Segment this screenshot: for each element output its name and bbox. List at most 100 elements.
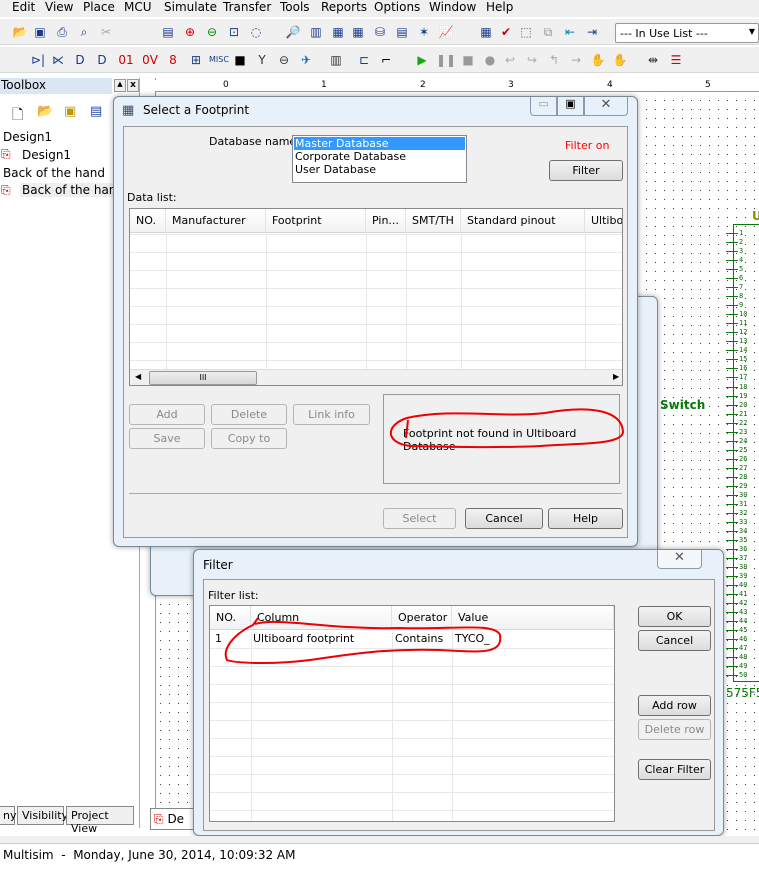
antenna-icon[interactable]: Y xyxy=(254,52,270,68)
stop-icon[interactable]: ■ xyxy=(460,52,476,68)
bus-vector-icon[interactable]: ☰ xyxy=(668,52,684,68)
pin-line[interactable] xyxy=(726,540,738,542)
clear-filter-button[interactable]: Clear Filter xyxy=(638,759,711,780)
zoom-fit-icon[interactable]: ◌ xyxy=(248,24,264,40)
column-header-footprint[interactable]: Footprint xyxy=(266,209,366,233)
tree-item-design[interactable]: Design1 xyxy=(3,130,52,144)
database-icon[interactable]: ⛁ xyxy=(372,24,388,40)
zoom-area-icon[interactable]: ⊡ xyxy=(226,24,242,40)
save-button[interactable]: Save xyxy=(129,428,205,449)
menu-reports[interactable]: Reports xyxy=(321,0,367,14)
component-icon[interactable]: ⧉ xyxy=(540,24,556,40)
add-row-button[interactable]: Add row xyxy=(638,695,711,716)
full-screen-icon[interactable]: ▤ xyxy=(160,24,176,40)
help-button[interactable]: Help xyxy=(548,508,623,529)
menu-help[interactable]: Help xyxy=(486,0,513,14)
filter-row-value[interactable]: TYCO_ xyxy=(450,630,490,648)
column-header-standard-pinout[interactable]: Standard pinout xyxy=(461,209,585,233)
menu-mcu[interactable]: MCU xyxy=(124,0,152,14)
pin-line[interactable] xyxy=(726,386,738,388)
cut-icon[interactable]: ✂ xyxy=(98,24,114,40)
pin-line[interactable] xyxy=(726,630,738,632)
pin-line[interactable] xyxy=(726,377,738,379)
scroll-right-icon[interactable]: ▶ xyxy=(613,372,619,381)
pin-line[interactable] xyxy=(726,612,738,614)
open-icon[interactable]: 📂 xyxy=(12,24,28,40)
pin-line[interactable] xyxy=(726,639,738,641)
data-list-grid[interactable]: NO. Manufacturer Footprint Pin... SMT/TH… xyxy=(129,208,623,386)
new-icon[interactable]: 🗋 xyxy=(12,104,23,128)
indicator-icon[interactable]: 0V xyxy=(142,52,158,68)
pin-line[interactable] xyxy=(726,287,738,289)
database-option-user[interactable]: User Database xyxy=(294,163,465,176)
power-icon[interactable]: 8 xyxy=(165,52,181,68)
pin-line[interactable] xyxy=(726,657,738,659)
filter-close-button[interactable]: ✕ xyxy=(657,550,702,569)
tab-visibility[interactable]: Visibility xyxy=(17,806,68,825)
pin-line[interactable] xyxy=(726,594,738,596)
pin-line[interactable] xyxy=(726,585,738,587)
ok-button[interactable]: OK xyxy=(638,606,711,627)
step-into-icon[interactable]: ↩ xyxy=(502,52,518,68)
run-to-cursor-icon[interactable]: → xyxy=(568,52,584,68)
hierarchy-icon[interactable]: ⊏ xyxy=(356,52,372,68)
pin-line[interactable] xyxy=(726,503,738,505)
mixed-icon[interactable]: 01 xyxy=(118,52,134,68)
column-header-ultiboard[interactable]: Ultiboa xyxy=(585,209,622,233)
in-use-list-dropdown[interactable]: --- In Use List --- ▼ xyxy=(615,23,759,43)
maximize-button[interactable]: ▣ xyxy=(557,97,584,116)
pin-line[interactable] xyxy=(726,467,738,469)
pause-icon[interactable]: ❚❚ xyxy=(436,52,456,68)
print-icon[interactable]: ⎙ xyxy=(54,24,70,40)
database-option-master[interactable]: Master Database xyxy=(294,137,465,150)
pin-line[interactable] xyxy=(726,404,738,406)
transistor-icon[interactable]: ⋉ xyxy=(50,52,66,68)
delete-button[interactable]: Delete xyxy=(211,404,287,425)
pin-line[interactable] xyxy=(726,494,738,496)
advanced-icon[interactable]: ■ xyxy=(232,52,248,68)
column-header-smt-th[interactable]: SMT/TH xyxy=(406,209,461,233)
pin-line[interactable] xyxy=(726,242,738,244)
column-header-pins[interactable]: Pin... xyxy=(366,209,406,233)
column-header-value[interactable]: Value xyxy=(452,606,614,630)
pin-line[interactable] xyxy=(726,521,738,523)
design-toolbox-icon[interactable]: ▦ xyxy=(330,24,346,40)
menu-options[interactable]: Options xyxy=(374,0,420,14)
misc-icon[interactable]: MISC xyxy=(208,52,230,68)
bus-icon[interactable]: ⌐ xyxy=(378,52,394,68)
tab-project-view[interactable]: Project View xyxy=(66,806,134,835)
pin-line[interactable] xyxy=(726,233,738,234)
pin-line[interactable] xyxy=(726,251,738,253)
column-header-no[interactable]: NO. xyxy=(210,606,251,630)
pin-line[interactable] xyxy=(726,422,738,424)
menu-tools[interactable]: Tools xyxy=(280,0,310,14)
search-icon[interactable]: 🔎 xyxy=(285,24,301,40)
menu-view[interactable]: View xyxy=(45,0,73,14)
zoom-out-icon[interactable]: ⊖ xyxy=(204,24,220,40)
pin-line[interactable] xyxy=(726,296,738,298)
column-header-operator[interactable]: Operator xyxy=(392,606,452,630)
pin-line[interactable] xyxy=(726,567,738,569)
toggle-breakpoint-icon[interactable]: ✋ xyxy=(590,52,606,68)
cancel-button[interactable]: Cancel xyxy=(465,508,543,529)
menu-transfer[interactable]: Transfer xyxy=(223,0,271,14)
horizontal-scrollbar[interactable]: ◀ III ▶ xyxy=(130,369,622,385)
copy-to-button[interactable]: Copy to xyxy=(211,428,287,449)
close-button[interactable]: ✕ xyxy=(584,97,628,116)
close-toolbox-button[interactable]: x xyxy=(127,79,139,92)
electromech-icon[interactable]: ⊖ xyxy=(276,52,292,68)
tree-item-project-sheet[interactable]: Back of the hand xyxy=(20,183,127,197)
pin-line[interactable] xyxy=(726,530,738,532)
pin-line[interactable] xyxy=(726,323,738,325)
column-header-manufacturer[interactable]: Manufacturer xyxy=(166,209,266,233)
filter-cancel-button[interactable]: Cancel xyxy=(638,630,711,651)
pin-line[interactable] xyxy=(726,476,738,478)
pin-line[interactable] xyxy=(726,269,738,271)
postprocessor-icon[interactable]: ✶ xyxy=(416,24,432,40)
probe-icon[interactable]: ⇹ xyxy=(645,52,661,68)
open-folder-icon[interactable]: 📂 xyxy=(37,104,53,119)
delete-row-button[interactable]: Delete row xyxy=(638,719,711,740)
filter-row-operator[interactable]: Contains xyxy=(390,630,443,648)
menu-place[interactable]: Place xyxy=(83,0,115,14)
battery-icon[interactable]: ⊞ xyxy=(188,52,204,68)
